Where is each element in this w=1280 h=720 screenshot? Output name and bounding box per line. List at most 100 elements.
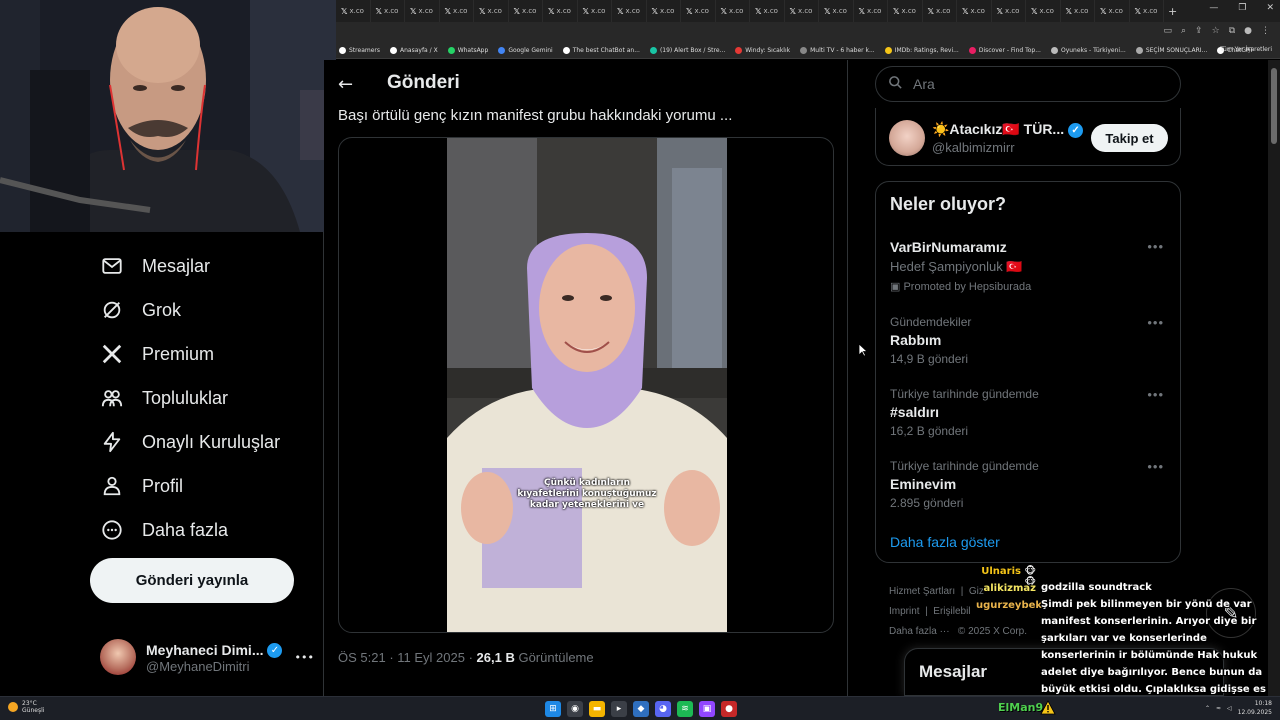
minimize-button[interactable]: — bbox=[1209, 3, 1218, 13]
back-arrow-icon[interactable]: ← bbox=[338, 74, 353, 95]
profile-icon[interactable]: ● bbox=[1244, 26, 1252, 36]
search-input[interactable]: Ara bbox=[875, 66, 1181, 102]
suggested-user-name[interactable]: ☀️Atacıkız🇹🇷 TÜR... ✓ bbox=[932, 121, 1084, 138]
more-dots-icon[interactable]: ••• bbox=[1147, 315, 1164, 330]
browser-tab[interactable]: 𝕏x.co bbox=[578, 0, 612, 22]
browser-tab[interactable]: 𝕏x.co bbox=[888, 0, 923, 22]
chrome-icon[interactable]: ◉ bbox=[567, 701, 583, 717]
bookmark-item[interactable]: IMDb: Ratings, Revi... bbox=[884, 46, 959, 54]
trend-item[interactable]: Türkiye tarihinde gündemde #saldırı 16,2… bbox=[890, 387, 1170, 438]
app-icon[interactable]: ◆ bbox=[633, 701, 649, 717]
bookmark-item[interactable]: WhatsApp bbox=[447, 46, 489, 54]
browser-tab[interactable]: 𝕏x.co bbox=[371, 0, 405, 22]
browser-tab[interactable]: 𝕏x.co bbox=[785, 0, 819, 22]
bookmark-item[interactable]: (19) Alert Box / Stre... bbox=[649, 46, 725, 54]
chevron-up-icon[interactable]: ⌃ bbox=[1205, 705, 1210, 712]
post-button[interactable]: Gönderi yayınla bbox=[90, 558, 294, 603]
browser-address-bar[interactable]: ▭ ⌕ ⇪ ☆ ⧉ ● ⋮ bbox=[336, 22, 1280, 42]
bookmark-item[interactable]: Discover - Find Top... bbox=[968, 46, 1041, 54]
video-frame[interactable]: Çünkü kadınların kıyafetlerini konuştuğu… bbox=[447, 138, 727, 632]
promoted-trend[interactable]: VarBirNumaramız Hedef Şampiyonluk 🇹🇷 ▣ P… bbox=[890, 239, 1170, 293]
volume-icon[interactable]: ◁ bbox=[1227, 705, 1232, 712]
bookmark-item[interactable]: Multi TV - 6 haber k... bbox=[800, 46, 875, 54]
browser-tab[interactable]: 𝕏x.co bbox=[509, 0, 543, 22]
bookmark-item[interactable]: Google Gemini bbox=[498, 46, 553, 54]
app-icon[interactable]: ▸ bbox=[611, 701, 627, 717]
nav-item-messages[interactable]: Mesajlar bbox=[100, 254, 210, 278]
all-bookmarks[interactable]: Tüm Yer İşaretleri bbox=[1220, 46, 1272, 53]
bookmark-label: WhatsApp bbox=[457, 46, 489, 54]
footer-link[interactable]: Erişilebil bbox=[933, 606, 970, 617]
browser-tab[interactable]: 𝕏x.co bbox=[474, 0, 509, 22]
more-dots-icon[interactable]: ••• bbox=[1147, 239, 1164, 254]
scrollbar-thumb[interactable] bbox=[1271, 68, 1277, 144]
spotify-icon[interactable]: ≋ bbox=[677, 701, 693, 717]
show-more-link[interactable]: Daha fazla göster bbox=[890, 534, 1000, 550]
account-switcher[interactable]: Meyhaneci Dimi... ✓ @MeyhaneDimitri ••• bbox=[100, 634, 314, 680]
browser-tab[interactable]: 𝕏x.co bbox=[647, 0, 681, 22]
browser-toolbar-icons: ▭ ⌕ ⇪ ☆ ⧉ ● ⋮ bbox=[1164, 26, 1270, 36]
chat-username: ugurzeybek bbox=[976, 600, 1043, 611]
nav-item-communities[interactable]: Topluluklar bbox=[100, 386, 228, 410]
trend-item[interactable]: Türkiye tarihinde gündemde Eminevim 2.89… bbox=[890, 459, 1170, 510]
avatar[interactable] bbox=[889, 120, 925, 156]
app-icon[interactable]: ● bbox=[721, 701, 737, 717]
bookmark-item[interactable]: Oyuneks - Türkiyeni... bbox=[1050, 46, 1126, 54]
bookmark-item[interactable]: SEÇİM SONUÇLARI... bbox=[1135, 46, 1207, 54]
mouse-cursor-icon bbox=[858, 342, 869, 361]
windows-start-icon[interactable]: ⊞ bbox=[545, 701, 561, 717]
more-dots-icon[interactable]: ••• bbox=[1147, 387, 1164, 402]
more-dots-icon[interactable]: ••• bbox=[295, 651, 314, 664]
discord-icon[interactable]: ◕ bbox=[655, 701, 671, 717]
close-window-button[interactable]: ✕ bbox=[1266, 3, 1274, 13]
browser-tab[interactable]: 𝕏x.co bbox=[923, 0, 957, 22]
zoom-icon[interactable]: ⌕ bbox=[1181, 26, 1186, 36]
star-icon[interactable]: ☆ bbox=[1212, 26, 1220, 36]
browser-tab[interactable]: 𝕏x.co bbox=[612, 0, 647, 22]
bookmark-item[interactable]: Windy: Sıcaklık bbox=[735, 46, 790, 54]
folder-icon[interactable]: ▬ bbox=[589, 701, 605, 717]
weather-widget[interactable]: 23°C Güneşli bbox=[8, 700, 44, 714]
browser-tab[interactable]: 𝕏x.co bbox=[1026, 0, 1061, 22]
footer-link[interactable]: Imprint bbox=[889, 606, 920, 617]
browser-tab[interactable]: 𝕏x.co bbox=[336, 0, 371, 22]
nav-item-premium[interactable]: Premium bbox=[100, 342, 214, 366]
browser-tab[interactable]: 𝕏x.co bbox=[854, 0, 888, 22]
nav-item-grok[interactable]: Grok bbox=[100, 298, 181, 322]
browser-tab[interactable]: 𝕏x.co bbox=[1130, 0, 1164, 22]
new-tab-button[interactable]: + bbox=[1168, 5, 1177, 18]
browser-tab[interactable]: 𝕏x.co bbox=[1061, 0, 1095, 22]
nav-item-verified-orgs[interactable]: Onaylı Kuruluşlar bbox=[100, 430, 280, 454]
browser-tab[interactable]: 𝕏x.co bbox=[957, 0, 992, 22]
menu-icon[interactable]: ⋮ bbox=[1261, 26, 1270, 36]
browser-tab[interactable]: 𝕏x.co bbox=[992, 0, 1026, 22]
bookmark-item[interactable]: Anasayfa / X bbox=[390, 46, 438, 54]
trend-item[interactable]: Gündemdekiler Rabbım 14,9 B gönderi ••• bbox=[890, 315, 1170, 366]
browser-tab[interactable]: 𝕏x.co bbox=[440, 0, 474, 22]
nav-item-profile[interactable]: Profil bbox=[100, 474, 183, 498]
system-clock[interactable]: 10:18 12.09.2025 bbox=[1238, 699, 1272, 717]
twitch-icon[interactable]: ▣ bbox=[699, 701, 715, 717]
tab-label: x.co bbox=[763, 7, 778, 15]
more-dots-icon[interactable]: ••• bbox=[1147, 459, 1164, 474]
browser-tab[interactable]: 𝕏x.co bbox=[543, 0, 578, 22]
browser-tab[interactable]: 𝕏x.co bbox=[1095, 0, 1130, 22]
share-icon[interactable]: ⇪ bbox=[1195, 26, 1203, 36]
nav-item-more[interactable]: Daha fazla bbox=[100, 518, 228, 542]
post-video[interactable]: Çünkü kadınların kıyafetlerini konuştuğu… bbox=[338, 137, 834, 633]
cast-icon[interactable]: ▭ bbox=[1164, 26, 1173, 36]
bookmark-item[interactable]: The best ChatBot an... bbox=[562, 46, 640, 54]
footer-link[interactable]: Hizmet Şartları bbox=[889, 586, 955, 597]
browser-tab[interactable]: 𝕏x.co bbox=[681, 0, 716, 22]
maximize-button[interactable]: ❐ bbox=[1238, 3, 1246, 13]
browser-tab[interactable]: 𝕏x.co bbox=[819, 0, 854, 22]
trends-title: Neler oluyor? bbox=[890, 194, 1007, 214]
wifi-icon[interactable]: ≈ bbox=[1216, 705, 1221, 712]
footer-more-link[interactable]: Daha fazla ··· bbox=[889, 626, 950, 637]
browser-tab[interactable]: 𝕏x.co bbox=[405, 0, 440, 22]
browser-tab[interactable]: 𝕏x.co bbox=[750, 0, 785, 22]
browser-tab[interactable]: 𝕏x.co bbox=[716, 0, 750, 22]
follow-button[interactable]: Takip et bbox=[1091, 124, 1168, 152]
bookmark-item[interactable]: Streamers bbox=[339, 46, 380, 54]
extensions-icon[interactable]: ⧉ bbox=[1229, 26, 1235, 36]
